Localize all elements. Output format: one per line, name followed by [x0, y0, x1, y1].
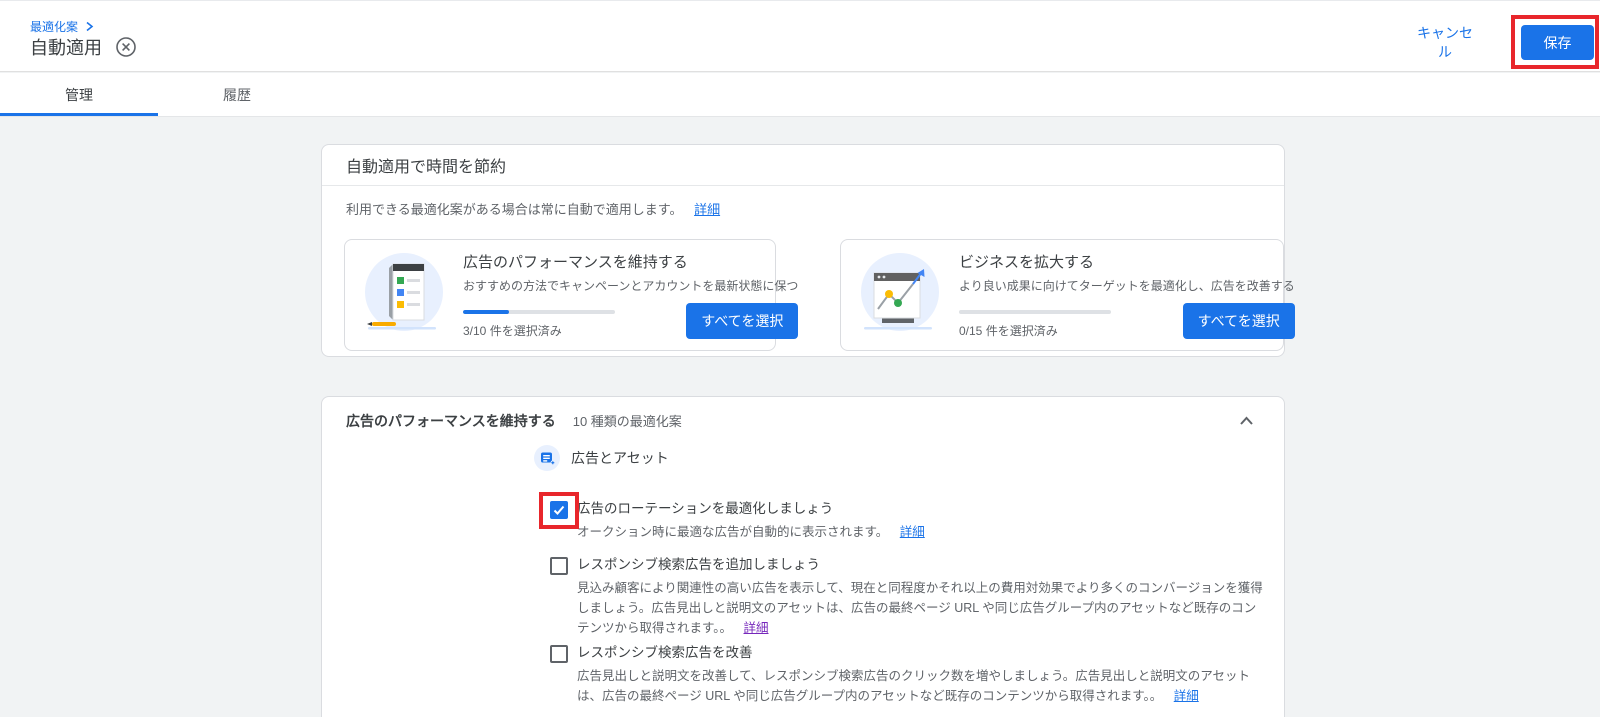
- option-description: オークション時に最適な広告が自動的に表示されます。 詳細: [577, 522, 925, 542]
- section-count-label: 10 種類の最適化案: [573, 411, 682, 430]
- progress-fill: [463, 310, 509, 314]
- chevron-up-icon[interactable]: [1239, 415, 1254, 427]
- maintain-performance-section: 広告のパフォーマンスを維持する 10 種類の最適化案 広告とアセット: [321, 396, 1285, 717]
- ads-and-assets-icon: [534, 445, 560, 471]
- dismiss-circle-x-icon[interactable]: [115, 36, 137, 58]
- ads-and-assets-label: 広告とアセット: [571, 448, 669, 468]
- tab-manage-label: 管理: [65, 85, 93, 105]
- auto-apply-card-title: 自動適用で時間を節約: [322, 145, 1284, 186]
- option-description-text: オークション時に最適な広告が自動的に表示されます。: [577, 525, 888, 539]
- grow-business-progress: 0/15 件を選択済み: [959, 310, 1111, 339]
- option-description-text: 広告見出しと説明文を改善して、レスポンシブ検索広告のクリック数を増やしましょう。…: [577, 669, 1250, 703]
- checklist-illustration-icon: [359, 250, 449, 340]
- growth-chart-illustration-icon: [855, 250, 945, 340]
- page-header: 最適化案 自動適用 キャンセル 保存: [0, 0, 1600, 72]
- learn-more-link[interactable]: 詳細: [1174, 689, 1199, 703]
- grow-business-card: ビジネスを拡大する より良い成果に向けてターゲットを最適化し、広告を改善する 0…: [840, 239, 1284, 351]
- breadcrumb[interactable]: 最適化案: [30, 18, 94, 35]
- option-description-text: 見込み顧客により関連性の高い広告を表示して、現在と同程度かそれ以上の費用対効果で…: [577, 581, 1263, 635]
- maintain-performance-title: 広告のパフォーマンスを維持する: [463, 251, 798, 272]
- auto-apply-card-description: 利用できる最適化案がある場合は常に自動で適用します。 詳細: [346, 199, 1260, 218]
- option-item-add-rsa: レスポンシブ検索広告を追加しましょう 見込み顧客により関連性の高い広告を表示して…: [550, 555, 1263, 638]
- tab-history-label: 履歴: [223, 85, 251, 105]
- select-all-button-grow[interactable]: すべてを選択: [1183, 303, 1295, 339]
- option-label[interactable]: レスポンシブ検索広告を改善: [577, 643, 1263, 662]
- auto-apply-description-text: 利用できる最適化案がある場合は常に自動で適用します。: [346, 202, 682, 217]
- checkbox-add-rsa[interactable]: [550, 557, 568, 575]
- tab-manage[interactable]: 管理: [0, 73, 158, 116]
- breadcrumb-link[interactable]: 最適化案: [30, 18, 78, 35]
- maintain-performance-subtitle: おすすめの方法でキャンペーンとアカウントを最新状態に保つ: [463, 277, 798, 294]
- option-label[interactable]: レスポンシブ検索広告を追加しましょう: [577, 555, 1263, 574]
- learn-more-link[interactable]: 詳細: [694, 202, 720, 217]
- checkbox-improve-rsa[interactable]: [550, 645, 568, 663]
- learn-more-link[interactable]: 詳細: [744, 621, 769, 635]
- selected-count-caption: 3/10 件を選択済み: [463, 322, 615, 339]
- select-all-button-maintain[interactable]: すべてを選択: [686, 303, 798, 339]
- option-description: 広告見出しと説明文を改善して、レスポンシブ検索広告のクリック数を増やしましょう。…: [577, 666, 1263, 706]
- auto-apply-card: 自動適用で時間を節約 利用できる最適化案がある場合は常に自動で適用します。 詳細: [321, 144, 1285, 357]
- page-title: 自動適用: [30, 34, 102, 60]
- save-button[interactable]: 保存: [1521, 25, 1594, 60]
- cancel-button[interactable]: キャンセル: [1414, 24, 1476, 62]
- option-label[interactable]: 広告のローテーションを最適化しましょう: [577, 499, 925, 518]
- option-item-ad-rotation: 広告のローテーションを最適化しましょう オークション時に最適な広告が自動的に表示…: [550, 499, 925, 542]
- option-item-improve-rsa: レスポンシブ検索広告を改善 広告見出しと説明文を改善して、レスポンシブ検索広告の…: [550, 643, 1263, 706]
- tab-bar: 管理 履歴: [0, 73, 1600, 117]
- grow-business-subtitle: より良い成果に向けてターゲットを最適化し、広告を改善する: [959, 277, 1295, 294]
- tab-history[interactable]: 履歴: [158, 73, 316, 116]
- maintain-performance-progress: 3/10 件を選択済み: [463, 310, 615, 339]
- chevron-right-icon: [85, 21, 94, 32]
- grow-business-title: ビジネスを拡大する: [959, 251, 1295, 272]
- learn-more-link[interactable]: 詳細: [900, 525, 925, 539]
- selected-count-caption: 0/15 件を選択済み: [959, 322, 1111, 339]
- section-title: 広告のパフォーマンスを維持する: [346, 411, 556, 431]
- checkbox-ad-rotation[interactable]: [550, 501, 568, 519]
- maintain-performance-card: 広告のパフォーマンスを維持する おすすめの方法でキャンペーンとアカウントを最新状…: [344, 239, 776, 351]
- option-description: 見込み顧客により関連性の高い広告を表示して、現在と同程度かそれ以上の費用対効果で…: [577, 578, 1263, 638]
